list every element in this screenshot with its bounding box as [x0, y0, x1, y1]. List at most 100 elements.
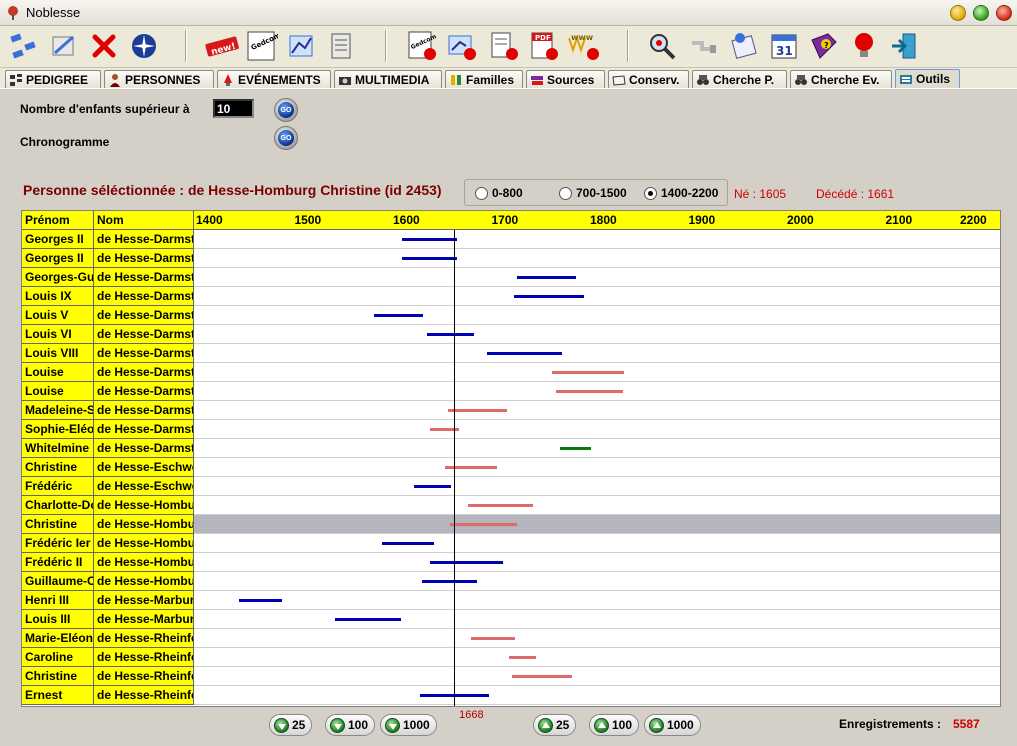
- row-last-name[interactable]: de Hesse-Darmst: [94, 382, 194, 401]
- range-radio-700-1500[interactable]: 700-1500: [559, 186, 627, 200]
- row-last-name[interactable]: de Hesse-Darmst: [94, 420, 194, 439]
- lifespan-bar[interactable]: [450, 523, 518, 526]
- minimize-button[interactable]: [950, 5, 966, 21]
- row-first-name[interactable]: Frédéric: [22, 477, 94, 496]
- row-first-name[interactable]: Louise: [22, 363, 94, 382]
- row-last-name[interactable]: de Hesse-Rheinfe: [94, 648, 194, 667]
- calendar-icon[interactable]: 31: [767, 29, 801, 63]
- lifespan-bar[interactable]: [517, 276, 577, 279]
- row-first-name[interactable]: Louis VI: [22, 325, 94, 344]
- lifespan-bar[interactable]: [413, 485, 452, 488]
- row-first-name[interactable]: Georges II: [22, 230, 94, 249]
- tab-conserv[interactable]: Conserv.: [608, 70, 689, 88]
- row-last-name[interactable]: de Hesse-Darmst: [94, 306, 194, 325]
- page-up-100-button[interactable]: 100: [589, 714, 640, 736]
- search-icon[interactable]: [645, 29, 679, 63]
- row-last-name[interactable]: de Hesse-Darmst: [94, 230, 194, 249]
- lifespan-bar[interactable]: [509, 656, 536, 659]
- row-first-name[interactable]: Christine: [22, 667, 94, 686]
- lifespan-bar[interactable]: [401, 257, 458, 260]
- exit-icon[interactable]: [887, 29, 921, 63]
- row-first-name[interactable]: Sophie-Eléo: [22, 420, 94, 439]
- children-go-button[interactable]: GO: [274, 98, 298, 122]
- help-book-icon[interactable]: ?: [807, 29, 841, 63]
- close-button[interactable]: [996, 5, 1012, 21]
- row-first-name[interactable]: Henri III: [22, 591, 94, 610]
- page-up-1000-button[interactable]: 1000: [644, 714, 701, 736]
- range-radio-0-800[interactable]: 0-800: [475, 186, 523, 200]
- gedcom-icon[interactable]: Gedcom: [245, 29, 279, 63]
- row-first-name[interactable]: Louise: [22, 382, 94, 401]
- tab-cherche-ev[interactable]: Cherche Ev.: [790, 70, 892, 88]
- tab-familles[interactable]: Familles: [445, 70, 523, 88]
- row-last-name[interactable]: de Hesse-Darmst: [94, 401, 194, 420]
- row-last-name[interactable]: de Hesse-Darmst: [94, 287, 194, 306]
- note-icon[interactable]: [727, 29, 761, 63]
- edit-tree-icon[interactable]: [47, 29, 81, 63]
- range-radio-1400-2200[interactable]: 1400-2200: [644, 186, 718, 200]
- row-last-name[interactable]: de Hesse-Hombu: [94, 553, 194, 572]
- lifespan-bar[interactable]: [512, 675, 573, 678]
- tab-evenements[interactable]: EVÉNEMENTS: [217, 70, 331, 88]
- chronogram-go-button[interactable]: GO: [274, 126, 298, 150]
- row-last-name[interactable]: de Hesse-Hombu: [94, 515, 194, 534]
- www-icon[interactable]: www: [567, 29, 601, 63]
- row-last-name[interactable]: de Hesse-Eschwe: [94, 458, 194, 477]
- lifespan-bar[interactable]: [421, 580, 477, 583]
- print-icon[interactable]: [487, 29, 521, 63]
- row-last-name[interactable]: de Hesse-Darmst: [94, 249, 194, 268]
- tip-icon[interactable]: [847, 29, 881, 63]
- row-last-name[interactable]: de Hesse-Hombu: [94, 534, 194, 553]
- maximize-button[interactable]: [973, 5, 989, 21]
- document-edit-icon[interactable]: [325, 29, 359, 63]
- row-first-name[interactable]: Louis IX: [22, 287, 94, 306]
- row-first-name[interactable]: Christine: [22, 515, 94, 534]
- new-icon[interactable]: new!: [205, 29, 239, 63]
- row-last-name[interactable]: de Hesse-Rheinfe: [94, 686, 194, 705]
- lifespan-bar[interactable]: [426, 333, 474, 336]
- row-last-name[interactable]: de Hesse-Marbur: [94, 610, 194, 629]
- tab-pedigree[interactable]: PEDIGREE: [5, 70, 101, 88]
- row-last-name[interactable]: de Hesse-Marbur: [94, 591, 194, 610]
- gedcom-export-icon[interactable]: Gedcom: [405, 29, 439, 63]
- row-first-name[interactable]: Louis VIII: [22, 344, 94, 363]
- lifespan-bar[interactable]: [429, 561, 504, 564]
- page-down-1000-button[interactable]: 1000: [380, 714, 437, 736]
- lifespan-bar[interactable]: [239, 599, 282, 602]
- row-last-name[interactable]: de Hesse-Darmst: [94, 268, 194, 287]
- row-first-name[interactable]: Caroline: [22, 648, 94, 667]
- row-last-name[interactable]: de Hesse-Rheinfe: [94, 667, 194, 686]
- tab-personnes[interactable]: PERSONNES: [104, 70, 214, 88]
- lifespan-bar[interactable]: [401, 238, 458, 241]
- row-first-name[interactable]: Ernest: [22, 686, 94, 705]
- row-first-name[interactable]: Whitelmine: [22, 439, 94, 458]
- children-count-input[interactable]: [213, 99, 254, 118]
- lifespan-bar[interactable]: [334, 618, 401, 621]
- link-icon[interactable]: [687, 29, 721, 63]
- row-first-name[interactable]: Christine: [22, 458, 94, 477]
- row-last-name[interactable]: de Hesse-Darmst: [94, 363, 194, 382]
- row-first-name[interactable]: Guillaume-C: [22, 572, 94, 591]
- lifespan-bar[interactable]: [445, 466, 498, 469]
- row-first-name[interactable]: Georges-Gu: [22, 268, 94, 287]
- lifespan-bar[interactable]: [382, 542, 435, 545]
- gedcom-import-icon[interactable]: [445, 29, 479, 63]
- page-down-25-button[interactable]: 25: [269, 714, 313, 736]
- lifespan-bar[interactable]: [555, 390, 623, 393]
- lifespan-bar[interactable]: [551, 371, 624, 374]
- row-first-name[interactable]: Frédéric Ier: [22, 534, 94, 553]
- row-last-name[interactable]: de Hesse-Rheinfe: [94, 629, 194, 648]
- lifespan-bar[interactable]: [374, 314, 423, 317]
- lifespan-bar[interactable]: [559, 447, 592, 450]
- row-last-name[interactable]: de Hesse-Darmst: [94, 439, 194, 458]
- row-last-name[interactable]: de Hesse-Hombu: [94, 496, 194, 515]
- page-down-100-button[interactable]: 100: [325, 714, 376, 736]
- row-first-name[interactable]: Louis III: [22, 610, 94, 629]
- lifespan-bar[interactable]: [470, 637, 516, 640]
- row-first-name[interactable]: Madeleine-S: [22, 401, 94, 420]
- network-icon[interactable]: [7, 29, 41, 63]
- page-up-25-button[interactable]: 25: [533, 714, 577, 736]
- row-first-name[interactable]: Frédéric II: [22, 553, 94, 572]
- tab-cherche-p[interactable]: Cherche P.: [692, 70, 787, 88]
- row-last-name[interactable]: de Hesse-Eschwe: [94, 477, 194, 496]
